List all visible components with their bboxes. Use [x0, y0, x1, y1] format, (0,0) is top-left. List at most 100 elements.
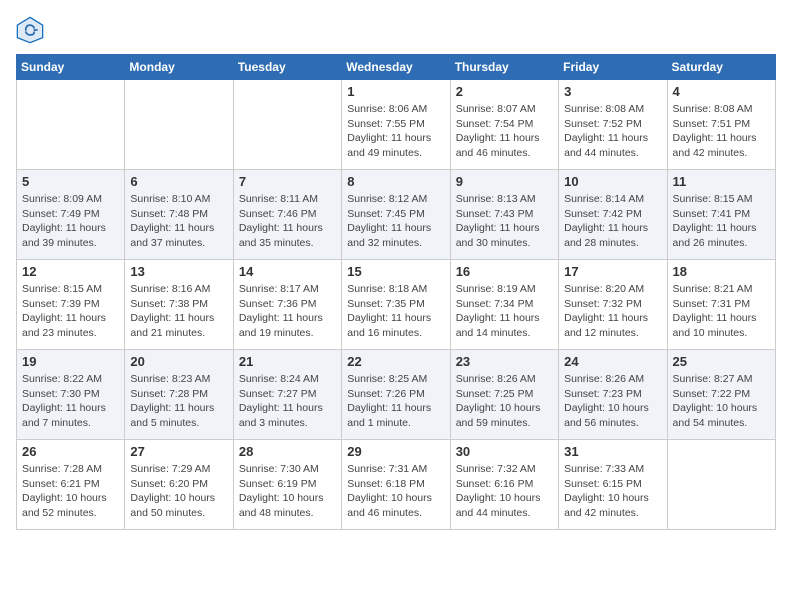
calendar-cell	[233, 80, 341, 170]
day-number: 9	[456, 174, 553, 189]
day-info: Sunrise: 8:26 AM Sunset: 7:23 PM Dayligh…	[564, 372, 661, 431]
calendar-cell: 10 Sunrise: 8:14 AM Sunset: 7:42 PM Dayli…	[559, 170, 667, 260]
day-number: 31	[564, 444, 661, 459]
day-number: 12	[22, 264, 119, 279]
day-number: 11	[673, 174, 770, 189]
week-row-4: 19Sunrise: 8:22 AM Sunset: 7:30 PM Dayli…	[17, 350, 776, 440]
day-info: Sunrise: 8:25 AM Sunset: 7:26 PM Dayligh…	[347, 372, 444, 431]
day-info: Sunrise: 8:14 AM Sunset: 7:42 PM Dayligh…	[564, 192, 661, 251]
calendar-cell: 23 Sunrise: 8:26 AM Sunset: 7:25 PM Dayli…	[450, 350, 558, 440]
calendar-cell: 13 Sunrise: 8:16 AM Sunset: 7:38 PM Dayli…	[125, 260, 233, 350]
day-info: Sunrise: 8:19 AM Sunset: 7:34 PM Dayligh…	[456, 282, 553, 341]
day-info: Sunrise: 7:33 AM Sunset: 6:15 PM Dayligh…	[564, 462, 661, 521]
calendar-cell: 2 Sunrise: 8:07 AM Sunset: 7:54 PM Daylig…	[450, 80, 558, 170]
header-thursday: Thursday	[450, 55, 558, 80]
day-info: Sunrise: 8:13 AM Sunset: 7:43 PM Dayligh…	[456, 192, 553, 251]
day-number: 28	[239, 444, 336, 459]
calendar-cell: 24 Sunrise: 8:26 AM Sunset: 7:23 PM Dayli…	[559, 350, 667, 440]
day-info: Sunrise: 8:15 AM Sunset: 7:41 PM Dayligh…	[673, 192, 770, 251]
day-number: 8	[347, 174, 444, 189]
day-info: Sunrise: 8:18 AM Sunset: 7:35 PM Dayligh…	[347, 282, 444, 341]
day-info: Sunrise: 7:29 AM Sunset: 6:20 PM Dayligh…	[130, 462, 227, 521]
day-info: Sunrise: 8:12 AM Sunset: 7:45 PM Dayligh…	[347, 192, 444, 251]
calendar-cell: 14Sunrise: 8:17 AM Sunset: 7:36 PM Dayli…	[233, 260, 341, 350]
day-info: Sunrise: 8:24 AM Sunset: 7:27 PM Dayligh…	[239, 372, 336, 431]
calendar-cell: 21 Sunrise: 8:24 AM Sunset: 7:27 PM Dayli…	[233, 350, 341, 440]
header-monday: Monday	[125, 55, 233, 80]
calendar-cell: 6 Sunrise: 8:10 AM Sunset: 7:48 PM Daylig…	[125, 170, 233, 260]
day-number: 21	[239, 354, 336, 369]
day-number: 22	[347, 354, 444, 369]
day-number: 25	[673, 354, 770, 369]
day-number: 20	[130, 354, 227, 369]
calendar-cell: 22 Sunrise: 8:25 AM Sunset: 7:26 PM Dayli…	[342, 350, 450, 440]
day-info: Sunrise: 8:27 AM Sunset: 7:22 PM Dayligh…	[673, 372, 770, 431]
day-info: Sunrise: 8:08 AM Sunset: 7:52 PM Dayligh…	[564, 102, 661, 161]
calendar-cell: 18 Sunrise: 8:21 AM Sunset: 7:31 PM Dayli…	[667, 260, 775, 350]
day-info: Sunrise: 8:20 AM Sunset: 7:32 PM Dayligh…	[564, 282, 661, 341]
calendar-cell: 8 Sunrise: 8:12 AM Sunset: 7:45 PM Daylig…	[342, 170, 450, 260]
header-friday: Friday	[559, 55, 667, 80]
day-number: 15	[347, 264, 444, 279]
logo	[16, 16, 48, 44]
day-info: Sunrise: 8:21 AM Sunset: 7:31 PM Dayligh…	[673, 282, 770, 341]
day-info: Sunrise: 8:10 AM Sunset: 7:48 PM Dayligh…	[130, 192, 227, 251]
week-row-5: 26 Sunrise: 7:28 AM Sunset: 6:21 PM Dayli…	[17, 440, 776, 530]
day-number: 2	[456, 84, 553, 99]
day-info: Sunrise: 8:07 AM Sunset: 7:54 PM Dayligh…	[456, 102, 553, 161]
week-row-3: 12 Sunrise: 8:15 AM Sunset: 7:39 PM Dayli…	[17, 260, 776, 350]
day-number: 29	[347, 444, 444, 459]
day-number: 6	[130, 174, 227, 189]
calendar-cell: 28 Sunrise: 7:30 AM Sunset: 6:19 PM Dayli…	[233, 440, 341, 530]
calendar-cell	[667, 440, 775, 530]
day-info: Sunrise: 8:11 AM Sunset: 7:46 PM Dayligh…	[239, 192, 336, 251]
calendar-cell: 30Sunrise: 7:32 AM Sunset: 6:16 PM Dayli…	[450, 440, 558, 530]
calendar-cell: 17 Sunrise: 8:20 AM Sunset: 7:32 PM Dayli…	[559, 260, 667, 350]
calendar-cell: 11 Sunrise: 8:15 AM Sunset: 7:41 PM Dayli…	[667, 170, 775, 260]
day-info: Sunrise: 8:15 AM Sunset: 7:39 PM Dayligh…	[22, 282, 119, 341]
day-number: 24	[564, 354, 661, 369]
days-header-row: SundayMondayTuesdayWednesdayThursdayFrid…	[17, 55, 776, 80]
calendar-table: SundayMondayTuesdayWednesdayThursdayFrid…	[16, 54, 776, 530]
header-sunday: Sunday	[17, 55, 125, 80]
calendar-cell: 26 Sunrise: 7:28 AM Sunset: 6:21 PM Dayli…	[17, 440, 125, 530]
day-number: 23	[456, 354, 553, 369]
calendar-cell: 31 Sunrise: 7:33 AM Sunset: 6:15 PM Dayli…	[559, 440, 667, 530]
day-info: Sunrise: 8:26 AM Sunset: 7:25 PM Dayligh…	[456, 372, 553, 431]
day-info: Sunrise: 7:31 AM Sunset: 6:18 PM Dayligh…	[347, 462, 444, 521]
day-number: 10	[564, 174, 661, 189]
calendar-cell: 19Sunrise: 8:22 AM Sunset: 7:30 PM Dayli…	[17, 350, 125, 440]
header-wednesday: Wednesday	[342, 55, 450, 80]
day-number: 19	[22, 354, 119, 369]
calendar-cell: 29 Sunrise: 7:31 AM Sunset: 6:18 PM Dayli…	[342, 440, 450, 530]
week-row-1: 1Sunrise: 8:06 AM Sunset: 7:55 PM Daylig…	[17, 80, 776, 170]
calendar-cell: 27Sunrise: 7:29 AM Sunset: 6:20 PM Dayli…	[125, 440, 233, 530]
day-number: 4	[673, 84, 770, 99]
day-info: Sunrise: 7:32 AM Sunset: 6:16 PM Dayligh…	[456, 462, 553, 521]
calendar-cell: 12 Sunrise: 8:15 AM Sunset: 7:39 PM Dayli…	[17, 260, 125, 350]
calendar-cell: 15 Sunrise: 8:18 AM Sunset: 7:35 PM Dayli…	[342, 260, 450, 350]
day-info: Sunrise: 7:30 AM Sunset: 6:19 PM Dayligh…	[239, 462, 336, 521]
calendar-cell: 9 Sunrise: 8:13 AM Sunset: 7:43 PM Daylig…	[450, 170, 558, 260]
week-row-2: 5Sunrise: 8:09 AM Sunset: 7:49 PM Daylig…	[17, 170, 776, 260]
day-number: 1	[347, 84, 444, 99]
calendar-cell: 5Sunrise: 8:09 AM Sunset: 7:49 PM Daylig…	[17, 170, 125, 260]
calendar-cell: 3 Sunrise: 8:08 AM Sunset: 7:52 PM Daylig…	[559, 80, 667, 170]
calendar-cell	[17, 80, 125, 170]
day-number: 14	[239, 264, 336, 279]
day-number: 16	[456, 264, 553, 279]
day-number: 13	[130, 264, 227, 279]
day-number: 17	[564, 264, 661, 279]
day-info: Sunrise: 8:16 AM Sunset: 7:38 PM Dayligh…	[130, 282, 227, 341]
day-number: 18	[673, 264, 770, 279]
calendar-cell: 1Sunrise: 8:06 AM Sunset: 7:55 PM Daylig…	[342, 80, 450, 170]
calendar-cell: 16 Sunrise: 8:19 AM Sunset: 7:34 PM Dayli…	[450, 260, 558, 350]
day-number: 5	[22, 174, 119, 189]
calendar-cell	[125, 80, 233, 170]
calendar-cell: 20Sunrise: 8:23 AM Sunset: 7:28 PM Dayli…	[125, 350, 233, 440]
calendar-cell: 25 Sunrise: 8:27 AM Sunset: 7:22 PM Dayli…	[667, 350, 775, 440]
day-info: Sunrise: 7:28 AM Sunset: 6:21 PM Dayligh…	[22, 462, 119, 521]
day-number: 7	[239, 174, 336, 189]
day-number: 3	[564, 84, 661, 99]
day-number: 26	[22, 444, 119, 459]
